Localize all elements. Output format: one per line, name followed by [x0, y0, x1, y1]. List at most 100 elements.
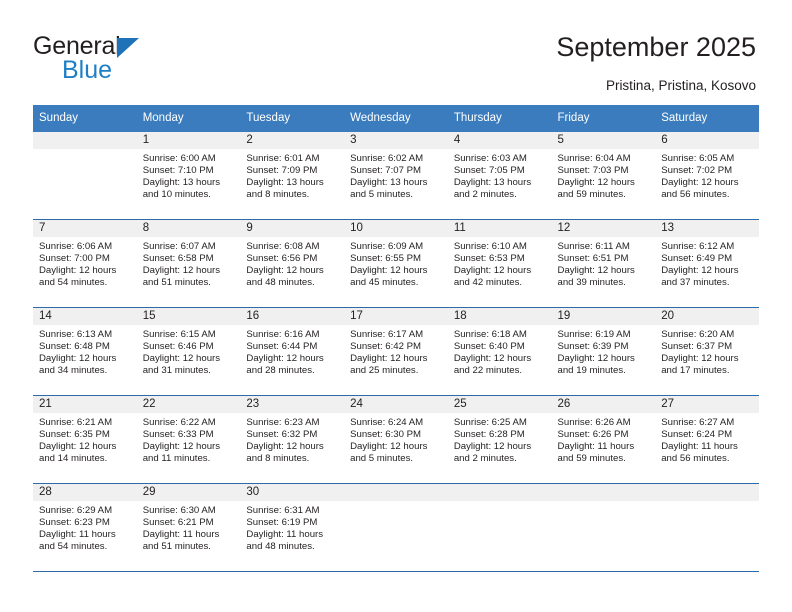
day-cell[interactable]: 22 Sunrise: 6:22 AM Sunset: 6:33 PM Dayligh…: [136, 396, 241, 483]
calendar-week-row: 28 Sunrise: 6:29 AM Sunset: 6:23 PM Dayligh…: [33, 483, 759, 571]
calendar-grid: Sunday Monday Tuesday Wednesday Thursday…: [33, 105, 759, 572]
sunrise-text: Sunrise: 6:05 AM: [661, 153, 735, 164]
day-cell[interactable]: 2 Sunrise: 6:01 AM Sunset: 7:09 PM Daylight…: [240, 132, 345, 219]
day-number: 6: [655, 132, 759, 149]
calendar-cell: 21 Sunrise: 6:21 AM Sunset: 6:35 PM Dayligh…: [33, 395, 137, 484]
day-cell[interactable]: 16 Sunrise: 6:16 AM Sunset: 6:44 PM Dayligh…: [240, 308, 345, 395]
sunrise-text: Sunrise: 6:03 AM: [453, 153, 527, 164]
day-cell-empty: [344, 484, 448, 571]
calendar-cell: [344, 483, 448, 571]
day-details: Sunrise: 6:17 AM Sunset: 6:42 PM Daylight:…: [344, 325, 448, 377]
day-cell[interactable]: 14 Sunrise: 6:13 AM Sunset: 6:48 PM Dayligh…: [33, 308, 137, 395]
daylight-text-line2: and 54 minutes.: [39, 277, 108, 289]
day-cell[interactable]: 7 Sunrise: 6:06 AM Sunset: 7:00 PM Daylight…: [33, 220, 137, 307]
day-number: 18: [447, 308, 552, 325]
day-cell[interactable]: 4 Sunrise: 6:03 AM Sunset: 7:05 PM Daylight…: [447, 132, 552, 219]
day-cell[interactable]: 1 Sunrise: 6:00 AM Sunset: 7:10 PM Daylight…: [136, 132, 241, 219]
daylight-text-line1: Daylight: 12 hours: [661, 265, 739, 277]
daylight-text-line1: Daylight: 12 hours: [246, 353, 324, 365]
day-cell[interactable]: 8 Sunrise: 6:07 AM Sunset: 6:58 PM Daylight…: [136, 220, 241, 307]
day-cell[interactable]: 24 Sunrise: 6:24 AM Sunset: 6:30 PM Dayligh…: [344, 396, 448, 483]
day-details: Sunrise: 6:26 AM Sunset: 6:26 PM Daylight:…: [552, 413, 656, 465]
calendar-cell: 15 Sunrise: 6:15 AM Sunset: 6:46 PM Dayligh…: [136, 307, 241, 396]
daylight-text-line1: Daylight: 12 hours: [39, 265, 117, 277]
daylight-text-line1: Daylight: 12 hours: [142, 441, 221, 453]
day-cell[interactable]: 25 Sunrise: 6:25 AM Sunset: 6:28 PM Dayligh…: [447, 396, 552, 483]
sunset-text: Sunset: 7:09 PM: [246, 165, 318, 177]
sunrise-text: Sunrise: 6:12 AM: [661, 241, 735, 252]
daylight-text-line2: and 19 minutes.: [557, 365, 626, 377]
weekday-header-wednesday: Wednesday: [344, 105, 448, 132]
day-details: Sunrise: 6:11 AM Sunset: 6:51 PM Daylight:…: [552, 237, 656, 289]
day-cell-empty: [655, 484, 759, 571]
sunset-text: Sunset: 7:03 PM: [557, 165, 629, 177]
daylight-text-line1: Daylight: 12 hours: [142, 265, 221, 277]
daylight-text-line2: and 11 minutes.: [142, 453, 211, 465]
day-details: Sunrise: 6:16 AM Sunset: 6:44 PM Daylight:…: [240, 325, 344, 377]
sunset-text: Sunset: 7:00 PM: [39, 253, 110, 265]
day-number: [551, 484, 656, 501]
day-details: Sunrise: 6:20 AM Sunset: 6:37 PM Daylight:…: [655, 325, 759, 377]
day-details: Sunrise: 6:23 AM Sunset: 6:32 PM Daylight:…: [240, 413, 344, 465]
daylight-text-line2: and 8 minutes.: [246, 453, 310, 465]
day-cell[interactable]: 3 Sunrise: 6:02 AM Sunset: 7:07 PM Daylight…: [344, 132, 448, 219]
calendar-page: General Blue September 2025 Pristina, Pr…: [0, 0, 792, 612]
sunset-text: Sunset: 6:37 PM: [661, 341, 733, 353]
day-cell[interactable]: 12 Sunrise: 6:11 AM Sunset: 6:51 PM Dayligh…: [551, 220, 656, 307]
day-number: 2: [240, 132, 345, 149]
day-number: 22: [136, 396, 241, 413]
daylight-text-line1: Daylight: 12 hours: [661, 177, 739, 189]
day-cell[interactable]: 27 Sunrise: 6:27 AM Sunset: 6:24 PM Dayligh…: [655, 396, 759, 483]
calendar-week-row: 7 Sunrise: 6:06 AM Sunset: 7:00 PM Daylight…: [33, 219, 759, 308]
day-cell[interactable]: 19 Sunrise: 6:19 AM Sunset: 6:39 PM Dayligh…: [551, 308, 656, 395]
sunset-text: Sunset: 6:21 PM: [142, 517, 214, 529]
day-number: 16: [240, 308, 345, 325]
daylight-text-line1: Daylight: 12 hours: [453, 441, 532, 453]
sunrise-text: Sunrise: 6:02 AM: [350, 153, 424, 164]
day-cell[interactable]: 20 Sunrise: 6:20 AM Sunset: 6:37 PM Dayligh…: [655, 308, 759, 395]
day-cell[interactable]: 11 Sunrise: 6:10 AM Sunset: 6:53 PM Dayligh…: [447, 220, 552, 307]
day-cell[interactable]: 18 Sunrise: 6:18 AM Sunset: 6:40 PM Dayligh…: [447, 308, 552, 395]
calendar-table: Sunday Monday Tuesday Wednesday Thursday…: [33, 105, 759, 571]
daylight-text-line2: and 54 minutes.: [39, 541, 108, 553]
calendar-cell: 25 Sunrise: 6:25 AM Sunset: 6:28 PM Dayligh…: [447, 395, 552, 484]
sunrise-text: Sunrise: 6:30 AM: [142, 505, 216, 516]
sunrise-text: Sunrise: 6:10 AM: [453, 241, 527, 252]
day-number: 17: [344, 308, 448, 325]
day-cell[interactable]: 10 Sunrise: 6:09 AM Sunset: 6:55 PM Dayligh…: [344, 220, 448, 307]
weekday-header-tuesday: Tuesday: [240, 105, 345, 132]
sunrise-text: Sunrise: 6:01 AM: [246, 153, 320, 164]
day-cell[interactable]: 23 Sunrise: 6:23 AM Sunset: 6:32 PM Dayligh…: [240, 396, 345, 483]
weekday-header-sunday: Sunday: [33, 105, 137, 132]
day-cell[interactable]: 17 Sunrise: 6:17 AM Sunset: 6:42 PM Dayligh…: [344, 308, 448, 395]
day-number: 1: [136, 132, 241, 149]
calendar-cell: 2 Sunrise: 6:01 AM Sunset: 7:09 PM Daylight…: [240, 132, 345, 220]
day-cell[interactable]: 6 Sunrise: 6:05 AM Sunset: 7:02 PM Daylight…: [655, 132, 759, 219]
day-cell[interactable]: 21 Sunrise: 6:21 AM Sunset: 6:35 PM Dayligh…: [33, 396, 137, 483]
day-details: Sunrise: 6:31 AM Sunset: 6:19 PM Daylight:…: [240, 501, 344, 553]
generalblue-logo[interactable]: General Blue: [33, 33, 233, 85]
calendar-cell: 3 Sunrise: 6:02 AM Sunset: 7:07 PM Daylight…: [344, 132, 448, 220]
calendar-cell: [655, 483, 759, 571]
daylight-text-line1: Daylight: 12 hours: [350, 353, 428, 365]
daylight-text-line1: Daylight: 12 hours: [246, 265, 324, 277]
day-details: Sunrise: 6:24 AM Sunset: 6:30 PM Daylight:…: [344, 413, 448, 465]
day-cell[interactable]: 29 Sunrise: 6:30 AM Sunset: 6:21 PM Dayligh…: [136, 484, 241, 571]
day-details: Sunrise: 6:00 AM Sunset: 7:10 PM Daylight:…: [137, 149, 241, 201]
day-cell[interactable]: 28 Sunrise: 6:29 AM Sunset: 6:23 PM Dayligh…: [33, 484, 137, 571]
day-details: Sunrise: 6:21 AM Sunset: 6:35 PM Daylight:…: [33, 413, 137, 465]
daylight-text-line2: and 31 minutes.: [142, 365, 211, 377]
day-cell[interactable]: 9 Sunrise: 6:08 AM Sunset: 6:56 PM Daylight…: [240, 220, 345, 307]
day-cell[interactable]: 30 Sunrise: 6:31 AM Sunset: 6:19 PM Dayligh…: [240, 484, 345, 571]
daylight-text-line1: Daylight: 12 hours: [661, 353, 739, 365]
daylight-text-line2: and 45 minutes.: [350, 277, 419, 289]
sunset-text: Sunset: 6:42 PM: [350, 341, 422, 353]
day-cell[interactable]: 26 Sunrise: 6:26 AM Sunset: 6:26 PM Dayligh…: [551, 396, 656, 483]
daylight-text-line1: Daylight: 12 hours: [557, 177, 635, 189]
calendar-cell: 13 Sunrise: 6:12 AM Sunset: 6:49 PM Dayligh…: [655, 219, 759, 308]
day-cell[interactable]: 5 Sunrise: 6:04 AM Sunset: 7:03 PM Daylight…: [551, 132, 656, 219]
day-number: 19: [551, 308, 656, 325]
day-cell[interactable]: 15 Sunrise: 6:15 AM Sunset: 6:46 PM Dayligh…: [136, 308, 241, 395]
day-cell[interactable]: 13 Sunrise: 6:12 AM Sunset: 6:49 PM Dayligh…: [655, 220, 759, 307]
daylight-text-line2: and 5 minutes.: [350, 189, 414, 201]
